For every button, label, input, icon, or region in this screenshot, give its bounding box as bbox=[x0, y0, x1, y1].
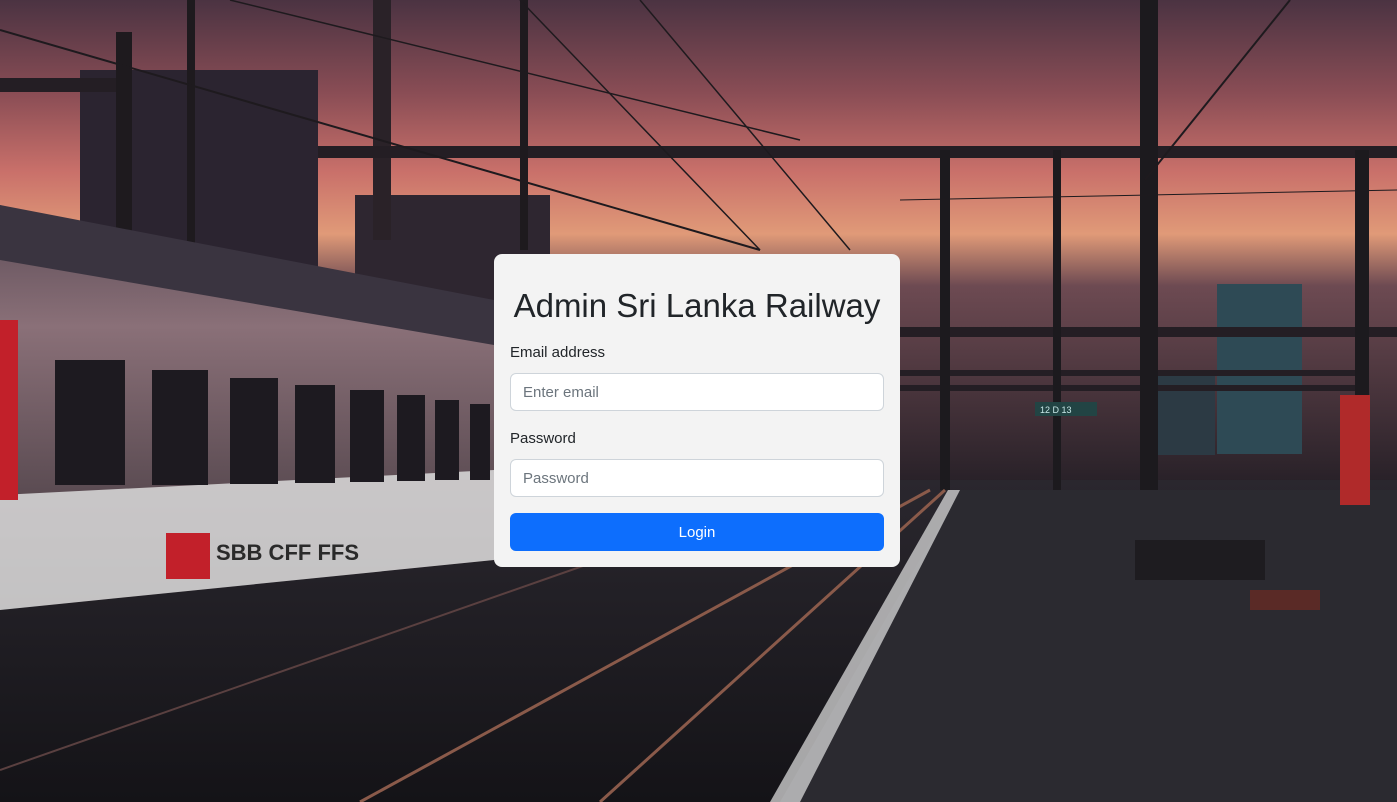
login-button[interactable]: Login bbox=[510, 513, 884, 551]
password-label: Password bbox=[510, 430, 576, 447]
login-card: Admin Sri Lanka Railway Email address Pa… bbox=[494, 254, 900, 567]
page-title: Admin Sri Lanka Railway bbox=[513, 287, 881, 324]
email-label: Email address bbox=[510, 344, 606, 361]
train-logo-text: SBB CFF FFS bbox=[216, 540, 359, 565]
platform-sign-text: 12 D 13 bbox=[1040, 405, 1072, 415]
email-field[interactable] bbox=[510, 373, 884, 411]
login-page: SBB CFF FFS 12 D 13 Admin Sri Lanka Rail… bbox=[0, 0, 1397, 802]
password-field[interactable] bbox=[510, 459, 884, 497]
